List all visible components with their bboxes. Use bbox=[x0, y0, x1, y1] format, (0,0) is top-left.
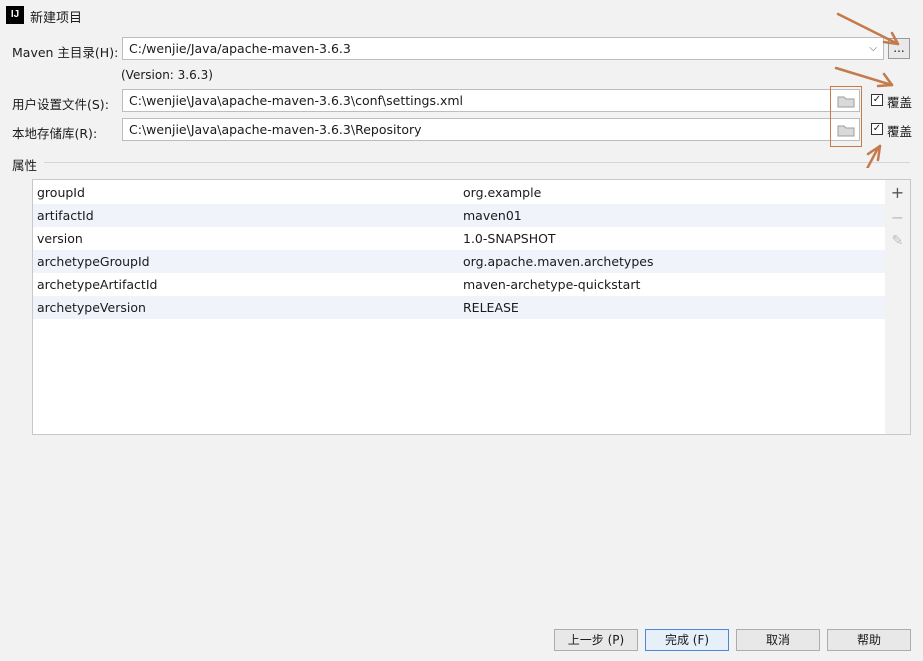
table-row[interactable]: version 1.0-SNAPSHOT bbox=[33, 227, 885, 250]
properties-toolbar: + − ✎ bbox=[885, 179, 911, 435]
app-icon: IJ bbox=[6, 6, 24, 24]
maven-version-note: (Version: 3.6.3) bbox=[121, 68, 213, 82]
properties-section-title: 属性 bbox=[12, 158, 38, 173]
edit-icon[interactable]: ✎ bbox=[885, 233, 910, 249]
maven-home-value: C:/wenjie/Java/apache-maven-3.6.3 bbox=[129, 41, 351, 56]
annotation-arrows bbox=[834, 12, 900, 168]
help-button[interactable]: 帮助 bbox=[827, 629, 911, 651]
add-icon[interactable]: + bbox=[885, 183, 910, 202]
settings-file-field[interactable]: C:\wenjie\Java\apache-maven-3.6.3\conf\s… bbox=[122, 89, 860, 112]
table-row[interactable]: archetypeGroupId org.apache.maven.archet… bbox=[33, 250, 885, 273]
property-key: archetypeGroupId bbox=[37, 254, 150, 269]
finish-button[interactable]: 完成 (F) bbox=[645, 629, 729, 651]
property-key: artifactId bbox=[37, 208, 94, 223]
table-row[interactable]: artifactId maven01 bbox=[33, 204, 885, 227]
table-row[interactable]: groupId org.example bbox=[33, 181, 885, 204]
local-repo-value: C:\wenjie\Java\apache-maven-3.6.3\Reposi… bbox=[129, 122, 422, 137]
property-key: version bbox=[37, 231, 83, 246]
property-value: org.example bbox=[463, 185, 542, 200]
local-repo-label: 本地存储库(R): bbox=[12, 126, 98, 141]
maven-home-combo[interactable]: C:/wenjie/Java/apache-maven-3.6.3 ⌵ bbox=[122, 37, 884, 60]
properties-table: groupId org.example artifactId maven01 v… bbox=[32, 179, 886, 435]
cancel-button[interactable]: 取消 bbox=[736, 629, 820, 651]
prev-button[interactable]: 上一步 (P) bbox=[554, 629, 638, 651]
table-row[interactable]: archetypeVersion RELEASE bbox=[33, 296, 885, 319]
settings-file-value: C:\wenjie\Java\apache-maven-3.6.3\conf\s… bbox=[129, 93, 463, 108]
property-value: RELEASE bbox=[463, 300, 519, 315]
settings-file-label: 用户设置文件(S): bbox=[12, 97, 109, 112]
property-value: maven01 bbox=[463, 208, 522, 223]
section-divider bbox=[44, 162, 910, 163]
property-value: maven-archetype-quickstart bbox=[463, 277, 641, 292]
property-value: 1.0-SNAPSHOT bbox=[463, 231, 556, 246]
table-row[interactable]: archetypeArtifactId maven-archetype-quic… bbox=[33, 273, 885, 296]
window-title: 新建项目 bbox=[30, 11, 83, 26]
maven-home-label: Maven 主目录(H): bbox=[12, 45, 119, 60]
property-key: groupId bbox=[37, 185, 85, 200]
property-key: archetypeArtifactId bbox=[37, 277, 158, 292]
local-repo-field[interactable]: C:\wenjie\Java\apache-maven-3.6.3\Reposi… bbox=[122, 118, 860, 141]
property-key: archetypeVersion bbox=[37, 300, 146, 315]
remove-icon[interactable]: − bbox=[885, 208, 910, 227]
property-value: org.apache.maven.archetypes bbox=[463, 254, 654, 269]
